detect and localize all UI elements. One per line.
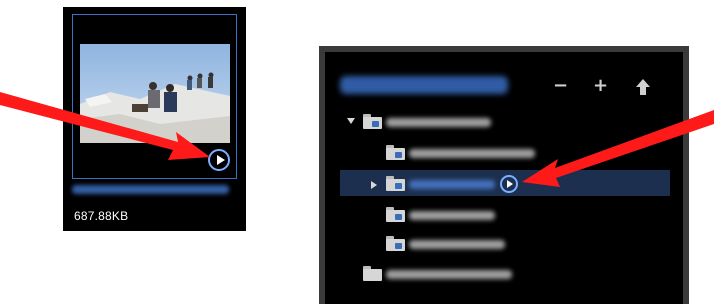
annotation-arrows bbox=[0, 92, 714, 187]
annotation-arrow-left bbox=[0, 92, 210, 160]
annotation-arrow-right bbox=[522, 110, 714, 187]
